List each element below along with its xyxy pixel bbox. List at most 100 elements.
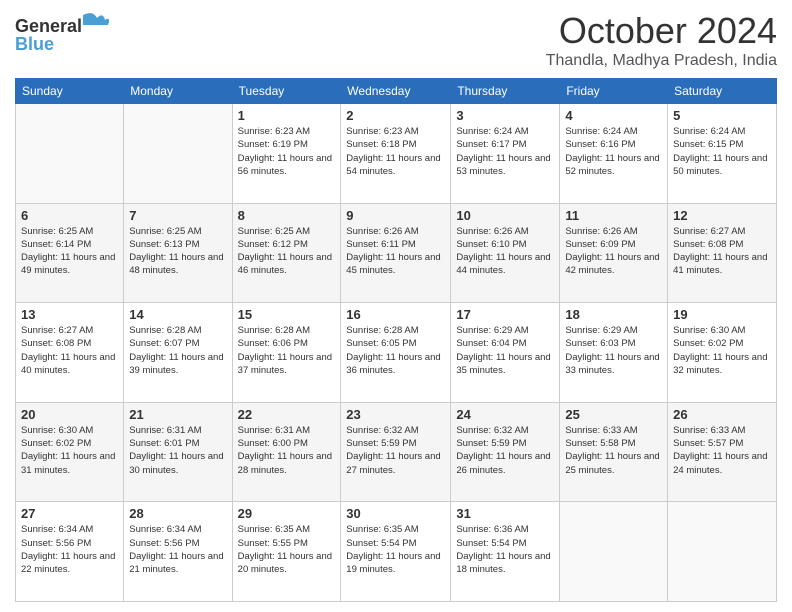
day-number: 14 [129,307,226,322]
day-info: Sunrise: 6:31 AM Sunset: 6:00 PM Dayligh… [238,424,336,477]
day-info: Sunrise: 6:35 AM Sunset: 5:55 PM Dayligh… [238,523,336,576]
day-number: 7 [129,208,226,223]
calendar-cell: 9 Sunrise: 6:26 AM Sunset: 6:11 PM Daylig… [341,203,451,303]
day-info: Sunrise: 6:32 AM Sunset: 5:59 PM Dayligh… [456,424,554,477]
calendar-cell: 12 Sunrise: 6:27 AM Sunset: 6:08 PM Dayli… [668,203,777,303]
week-row-2: 13 Sunrise: 6:27 AM Sunset: 6:08 PM Dayli… [16,303,777,403]
day-info: Sunrise: 6:34 AM Sunset: 5:56 PM Dayligh… [129,523,226,576]
day-info: Sunrise: 6:24 AM Sunset: 6:17 PM Dayligh… [456,125,554,178]
calendar-cell: 23 Sunrise: 6:32 AM Sunset: 5:59 PM Dayli… [341,402,451,502]
day-info: Sunrise: 6:25 AM Sunset: 6:13 PM Dayligh… [129,225,226,278]
calendar-cell: 21 Sunrise: 6:31 AM Sunset: 6:01 PM Dayli… [124,402,232,502]
calendar-cell: 19Sunrise: 6:30 AM Sunset: 6:02 PM Dayli… [668,303,777,403]
day-number: 20 [21,407,118,422]
calendar-cell: 26 Sunrise: 6:33 AM Sunset: 5:57 PM Dayli… [668,402,777,502]
day-number: 28 [129,506,226,521]
calendar-cell: 8 Sunrise: 6:25 AM Sunset: 6:12 PM Daylig… [232,203,341,303]
day-number: 11 [565,208,662,223]
day-number: 12 [673,208,771,223]
day-info: Sunrise: 6:28 AM Sunset: 6:05 PM Dayligh… [346,324,445,377]
day-info: Sunrise: 6:28 AM Sunset: 6:07 PM Dayligh… [129,324,226,377]
day-number: 16 [346,307,445,322]
day-info: Sunrise: 6:33 AM Sunset: 5:57 PM Dayligh… [673,424,771,477]
day-info: Sunrise: 6:31 AM Sunset: 6:01 PM Dayligh… [129,424,226,477]
day-number: 27 [21,506,118,521]
week-row-4: 27 Sunrise: 6:34 AM Sunset: 5:56 PM Dayli… [16,502,777,602]
day-number: 13 [21,307,118,322]
day-number: 1 [238,108,336,123]
day-number: 8 [238,208,336,223]
day-number: 21 [129,407,226,422]
calendar-cell: 6 Sunrise: 6:25 AM Sunset: 6:14 PM Daylig… [16,203,124,303]
calendar-cell: 18Sunrise: 6:29 AM Sunset: 6:03 PM Dayli… [560,303,668,403]
calendar-cell: 31Sunrise: 6:36 AM Sunset: 5:54 PM Dayli… [451,502,560,602]
calendar-cell: 29 Sunrise: 6:35 AM Sunset: 5:55 PM Dayli… [232,502,341,602]
header-saturday: Saturday [668,79,777,104]
header-friday: Friday [560,79,668,104]
day-info: Sunrise: 6:23 AM Sunset: 6:18 PM Dayligh… [346,125,445,178]
day-number: 26 [673,407,771,422]
day-number: 10 [456,208,554,223]
header-monday: Monday [124,79,232,104]
calendar-cell [560,502,668,602]
day-info: Sunrise: 6:29 AM Sunset: 6:04 PM Dayligh… [456,324,554,377]
day-number: 30 [346,506,445,521]
title-section: October 2024 Thandla, Madhya Pradesh, In… [546,10,777,70]
header-tuesday: Tuesday [232,79,341,104]
day-number: 18 [565,307,662,322]
svg-text:Blue: Blue [15,34,54,54]
day-info: Sunrise: 6:30 AM Sunset: 6:02 PM Dayligh… [673,324,771,377]
calendar-cell: 5Sunrise: 6:24 AM Sunset: 6:15 PM Daylig… [668,104,777,204]
calendar-cell: 2 Sunrise: 6:23 AM Sunset: 6:18 PM Daylig… [341,104,451,204]
week-row-1: 6 Sunrise: 6:25 AM Sunset: 6:14 PM Daylig… [16,203,777,303]
calendar-cell: 17 Sunrise: 6:29 AM Sunset: 6:04 PM Dayli… [451,303,560,403]
day-info: Sunrise: 6:25 AM Sunset: 6:14 PM Dayligh… [21,225,118,278]
calendar-cell: 10Sunrise: 6:26 AM Sunset: 6:10 PM Dayli… [451,203,560,303]
day-number: 15 [238,307,336,322]
day-info: Sunrise: 6:23 AM Sunset: 6:19 PM Dayligh… [238,125,336,178]
day-info: Sunrise: 6:32 AM Sunset: 5:59 PM Dayligh… [346,424,445,477]
header-wednesday: Wednesday [341,79,451,104]
location: Thandla, Madhya Pradesh, India [546,52,777,70]
day-info: Sunrise: 6:26 AM Sunset: 6:11 PM Dayligh… [346,225,445,278]
day-info: Sunrise: 6:24 AM Sunset: 6:16 PM Dayligh… [565,125,662,178]
logo: General Blue [15,10,110,60]
week-row-0: 1 Sunrise: 6:23 AM Sunset: 6:19 PM Daylig… [16,104,777,204]
calendar-cell: 25Sunrise: 6:33 AM Sunset: 5:58 PM Dayli… [560,402,668,502]
calendar-cell: 24Sunrise: 6:32 AM Sunset: 5:59 PM Dayli… [451,402,560,502]
calendar-cell: 16 Sunrise: 6:28 AM Sunset: 6:05 PM Dayli… [341,303,451,403]
header-sunday: Sunday [16,79,124,104]
day-number: 25 [565,407,662,422]
week-row-3: 20 Sunrise: 6:30 AM Sunset: 6:02 PM Dayli… [16,402,777,502]
calendar-cell: 28 Sunrise: 6:34 AM Sunset: 5:56 PM Dayli… [124,502,232,602]
header: General Blue October 2024 Thandla, Madhy… [15,10,777,70]
day-info: Sunrise: 6:25 AM Sunset: 6:12 PM Dayligh… [238,225,336,278]
day-info: Sunrise: 6:26 AM Sunset: 6:09 PM Dayligh… [565,225,662,278]
day-number: 6 [21,208,118,223]
calendar-cell [16,104,124,204]
day-number: 29 [238,506,336,521]
day-info: Sunrise: 6:27 AM Sunset: 6:08 PM Dayligh… [673,225,771,278]
day-number: 9 [346,208,445,223]
calendar-cell: 27Sunrise: 6:34 AM Sunset: 5:56 PM Dayli… [16,502,124,602]
page: General Blue October 2024 Thandla, Madhy… [0,0,792,612]
day-number: 2 [346,108,445,123]
month-title: October 2024 [546,10,777,52]
day-number: 5 [673,108,771,123]
calendar-cell: 30Sunrise: 6:35 AM Sunset: 5:54 PM Dayli… [341,502,451,602]
calendar-table: Sunday Monday Tuesday Wednesday Thursday… [15,78,777,602]
day-info: Sunrise: 6:30 AM Sunset: 6:02 PM Dayligh… [21,424,118,477]
calendar-cell: 14 Sunrise: 6:28 AM Sunset: 6:07 PM Dayli… [124,303,232,403]
day-number: 4 [565,108,662,123]
calendar-cell: 7 Sunrise: 6:25 AM Sunset: 6:13 PM Daylig… [124,203,232,303]
day-number: 17 [456,307,554,322]
day-info: Sunrise: 6:27 AM Sunset: 6:08 PM Dayligh… [21,324,118,377]
svg-text:General: General [15,16,82,36]
calendar-cell: 20 Sunrise: 6:30 AM Sunset: 6:02 PM Dayli… [16,402,124,502]
day-number: 22 [238,407,336,422]
day-info: Sunrise: 6:28 AM Sunset: 6:06 PM Dayligh… [238,324,336,377]
calendar-header-row: Sunday Monday Tuesday Wednesday Thursday… [16,79,777,104]
day-info: Sunrise: 6:36 AM Sunset: 5:54 PM Dayligh… [456,523,554,576]
day-number: 23 [346,407,445,422]
calendar-cell [124,104,232,204]
